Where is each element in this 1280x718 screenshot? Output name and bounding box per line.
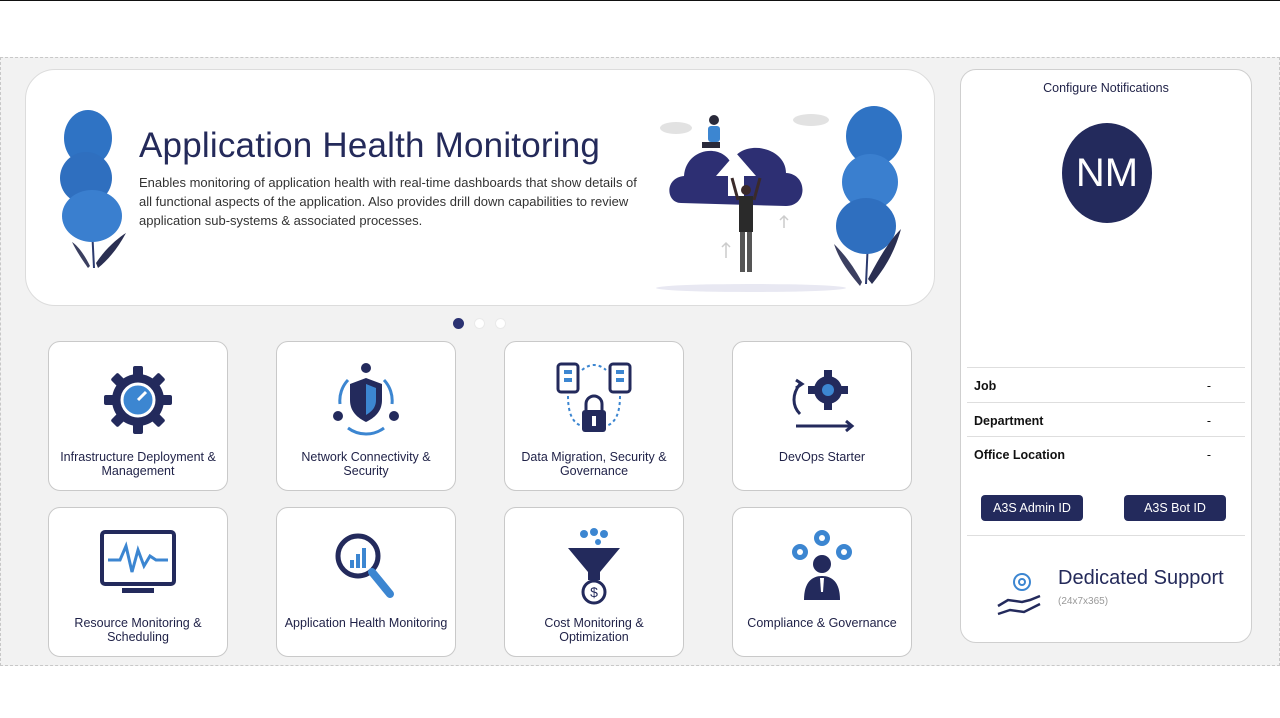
tile-label: Infrastructure Deployment & Management (60, 450, 216, 478)
cloud-upload-illustration-icon (656, 114, 846, 292)
a3s-admin-id-button[interactable]: A3S Admin ID (981, 495, 1083, 521)
leaf-illustration-icon (834, 106, 902, 286)
field-label: Job (974, 379, 997, 393)
dedicated-support-subtitle: (24x7x365) (1058, 596, 1109, 607)
configure-notifications-link[interactable]: Configure Notifications (961, 81, 1251, 95)
field-office-location: Office Location - (974, 448, 1211, 462)
field-job: Job - (974, 379, 1211, 393)
tile-label: Resource Monitoring & Scheduling (74, 616, 202, 644)
user-profile-panel: Configure Notifications NM Job - Departm… (960, 69, 1252, 643)
hand-support-icon (997, 573, 1041, 616)
tile-label: Compliance & Governance (747, 616, 897, 630)
divider (967, 535, 1245, 536)
leaf-illustration-icon (60, 110, 126, 269)
top-border (0, 0, 1280, 1)
shield-network-icon (333, 363, 399, 436)
hero-banner: Application Health Monitoring Enables mo… (25, 69, 935, 306)
tile-label: DevOps Starter (778, 450, 866, 464)
tile-network-connectivity[interactable]: Network Connectivity & Security (276, 341, 456, 491)
banner-title: Application Health Monitoring (139, 126, 601, 165)
field-label: Office Location (974, 448, 1065, 462)
tile-application-health[interactable]: Application Health Monitoring (276, 507, 456, 657)
banner-description: Enables monitoring of application health… (139, 175, 637, 228)
person-gears-icon (792, 530, 852, 600)
field-value: - (1206, 448, 1211, 462)
tile-label: Network Connectivity & Security (301, 450, 431, 478)
field-value: - (1206, 414, 1211, 428)
tile-label: Data Migration, Security & Governance (521, 450, 667, 478)
gear-gauge-icon (104, 366, 172, 434)
tile-data-migration[interactable]: Data Migration, Security & Governance (504, 341, 684, 491)
tile-devops-starter[interactable]: DevOps Starter (732, 341, 912, 491)
divider (967, 367, 1245, 368)
tile-cost-monitoring[interactable]: $ Cost Monitoring & Optimization (504, 507, 684, 657)
tile-label: Application Health Monitoring (284, 616, 448, 630)
carousel-indicator (453, 318, 506, 329)
database-lock-icon (556, 362, 632, 432)
field-value: - (1206, 379, 1211, 393)
carousel-dot-1[interactable] (453, 318, 464, 329)
a3s-bot-id-button[interactable]: A3S Bot ID (1124, 495, 1226, 521)
divider (967, 402, 1245, 403)
carousel-dot-2[interactable] (474, 318, 485, 329)
tile-infrastructure-deployment[interactable]: Infrastructure Deployment & Management (48, 341, 228, 491)
monitor-pulse-icon (100, 530, 176, 593)
tile-resource-monitoring[interactable]: Resource Monitoring & Scheduling (48, 507, 228, 657)
field-label: Department (974, 414, 1044, 428)
field-department: Department - (974, 414, 1211, 428)
tile-compliance-governance[interactable]: Compliance & Governance (732, 507, 912, 657)
avatar[interactable]: NM (1062, 123, 1152, 223)
svg-text:$: $ (590, 584, 598, 600)
gears-cycle-icon (792, 370, 855, 433)
divider (967, 436, 1245, 437)
funnel-dollar-icon: $ (568, 528, 620, 605)
tile-label: Cost Monitoring & Optimization (544, 616, 644, 644)
carousel-dot-3[interactable] (495, 318, 506, 329)
magnifier-chart-icon (335, 533, 394, 598)
dedicated-support-title: Dedicated Support (1058, 567, 1224, 589)
